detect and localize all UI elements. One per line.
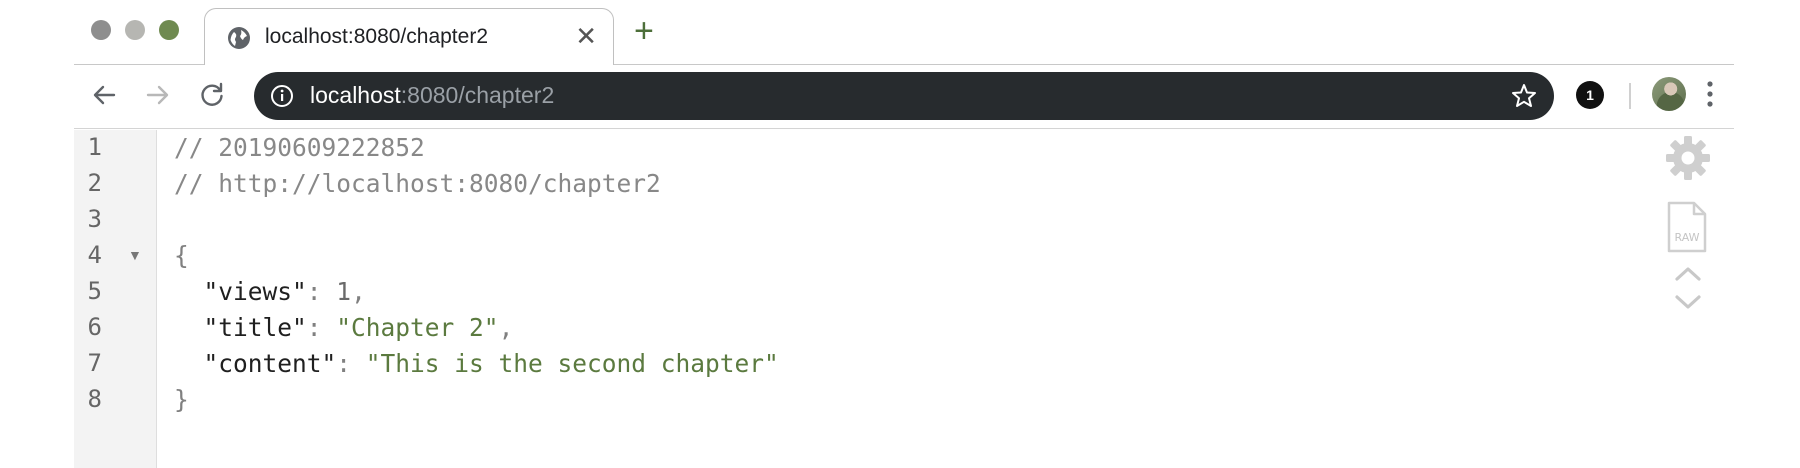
tab-close-icon[interactable]: ✕: [575, 23, 597, 49]
more-menu-icon[interactable]: [1704, 77, 1716, 111]
forward-button[interactable]: [142, 79, 174, 111]
browser-tab[interactable]: localhost:8080/chapter2 ✕: [204, 8, 614, 67]
back-button[interactable]: [88, 79, 120, 111]
json-value: "This is the second chapter": [365, 349, 779, 378]
json-comma: ,: [351, 277, 366, 306]
code-line: // 20190609222852: [174, 130, 425, 166]
toolbar-divider: [1629, 83, 1631, 109]
browser-window: localhost:8080/chapter2 ✕ + localhost:80…: [74, 0, 1734, 468]
json-value: 1: [336, 277, 352, 306]
json-separator: :: [306, 313, 337, 342]
line-number: 3: [87, 205, 102, 233]
chevron-down-icon[interactable]: [1673, 292, 1703, 312]
line-number: 6: [87, 313, 102, 341]
back-arrow-icon: [93, 85, 116, 105]
line-number: 7: [87, 349, 102, 377]
globe-icon: [228, 27, 250, 49]
tab-strip: localhost:8080/chapter2 ✕ +: [74, 0, 1734, 67]
code-line: }: [174, 382, 189, 418]
new-tab-button[interactable]: +: [634, 14, 654, 48]
window-close-button[interactable]: [91, 20, 111, 40]
profile-avatar[interactable]: [1652, 77, 1686, 111]
open-brace: {: [174, 241, 189, 270]
timestamp-comment: // 20190609222852: [174, 133, 425, 162]
forward-arrow-icon: [146, 85, 169, 105]
code-line: {: [174, 238, 189, 274]
code-line: "views": 1,: [174, 274, 366, 310]
url-comment: // http://localhost:8080/chapter2: [174, 169, 661, 198]
raw-file-icon[interactable]: RAW: [1666, 200, 1708, 254]
address-bar[interactable]: localhost:8080/chapter2: [254, 72, 1554, 120]
close-brace: }: [174, 385, 189, 414]
window-minimize-button[interactable]: [125, 20, 145, 40]
code-line: "content": "This is the second chapter": [174, 346, 779, 382]
json-key: "content": [203, 349, 337, 378]
json-code: // 20190609222852 // http://localhost:80…: [174, 130, 779, 414]
line-number-gutter: 1 2 3 4 ▼ 5 6 7 8: [74, 130, 157, 468]
browser-toolbar: localhost:8080/chapter2 1: [74, 65, 1734, 129]
json-key: "title": [203, 313, 307, 342]
line-number: 4: [87, 241, 102, 269]
line-number: 5: [87, 277, 102, 305]
fold-toggle-icon[interactable]: ▼: [128, 247, 142, 263]
viewer-tools: RAW: [1664, 130, 1724, 468]
url-path: :8080/chapter2: [400, 82, 555, 108]
line-number: 8: [87, 385, 102, 413]
json-key: "views": [203, 277, 307, 306]
raw-label: RAW: [1675, 231, 1700, 244]
json-comma: ,: [498, 313, 514, 342]
json-separator: :: [336, 349, 366, 378]
code-line: "title": "Chapter 2",: [174, 310, 514, 346]
url-host: localhost: [310, 82, 401, 108]
reload-icon: [201, 82, 223, 106]
extension-icon[interactable]: 1: [1576, 81, 1604, 109]
tab-title: localhost:8080/chapter2: [265, 25, 488, 48]
json-value: "Chapter 2": [336, 313, 499, 342]
code-line: // http://localhost:8080/chapter2: [174, 166, 661, 202]
json-viewer: 1 2 3 4 ▼ 5 6 7 8 // 20190609222852 // h…: [74, 130, 1734, 468]
info-icon[interactable]: [270, 84, 294, 108]
reload-button[interactable]: [196, 79, 228, 111]
gear-icon[interactable]: [1664, 134, 1712, 182]
line-number: 1: [87, 133, 102, 161]
url-text[interactable]: localhost:8080/chapter2: [310, 82, 554, 109]
chevron-up-icon[interactable]: [1673, 264, 1703, 284]
window-maximize-button[interactable]: [159, 20, 179, 40]
bookmark-star-icon[interactable]: [1510, 82, 1538, 110]
json-separator: :: [306, 277, 337, 306]
line-number: 2: [87, 169, 102, 197]
